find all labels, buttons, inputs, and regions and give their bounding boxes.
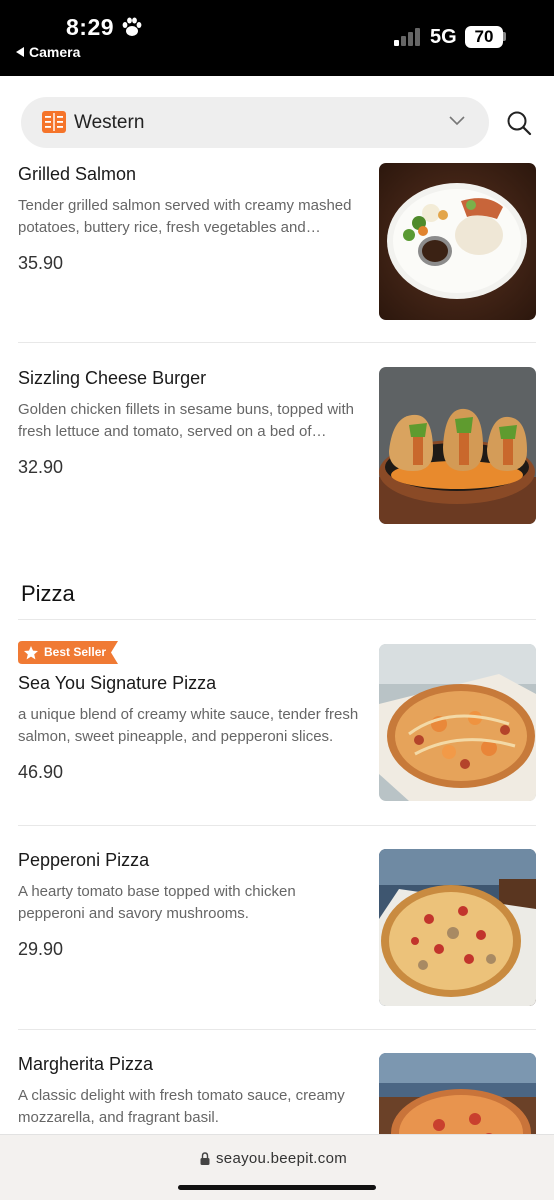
dish-description: Tender grilled salmon served with creamy…	[18, 197, 352, 236]
lock-icon	[200, 1152, 210, 1165]
dish-name: Sea You Signature Pizza	[18, 673, 217, 693]
battery-tip	[503, 32, 506, 41]
dish-photo	[379, 163, 536, 320]
dish-name: Pepperoni Pizza	[18, 850, 150, 870]
dish-description: A hearty tomato base topped with chicken…	[18, 883, 296, 922]
battery-level: 70	[465, 26, 503, 48]
search-icon[interactable]	[506, 110, 532, 136]
dish-photo	[379, 644, 536, 801]
star-icon	[24, 645, 38, 659]
browser-url-bar[interactable]: seayou.beepit.com	[0, 1134, 554, 1200]
list-item[interactable]: Pepperoni Pizza A hearty tomato base top…	[0, 826, 554, 1029]
section-title-pizza: Pizza	[21, 581, 75, 606]
list-item[interactable]: Sizzling Cheese Burger Golden chicken fi…	[0, 343, 554, 548]
back-to-camera-link[interactable]: Camera	[16, 44, 80, 60]
back-label: Camera	[29, 44, 81, 60]
list-item[interactable]: Grilled Salmon Tender grilled salmon ser…	[0, 160, 554, 342]
dish-description: Golden chicken fillets in sesame buns, t…	[18, 401, 355, 440]
status-bar: 8:29 Camera 5G 70	[0, 0, 554, 76]
back-arrow-icon	[16, 47, 24, 57]
dish-description: a unique blend of creamy white sauce, te…	[18, 706, 359, 745]
dish-price: 29.90	[18, 939, 64, 959]
url-text: seayou.beepit.com	[216, 1150, 348, 1167]
dish-price: 46.90	[18, 762, 64, 782]
chevron-down-icon	[449, 116, 465, 126]
menu-list: Grilled Salmon Tender grilled salmon ser…	[0, 160, 554, 1134]
list-item[interactable]: Best Seller Sea You Signature Pizza a un…	[0, 620, 554, 825]
dish-photo	[379, 1053, 536, 1134]
badge-label: Best Seller	[44, 645, 107, 659]
category-label: Western	[74, 112, 145, 133]
book-icon	[42, 111, 66, 133]
paw-icon	[122, 17, 142, 36]
home-indicator[interactable]	[178, 1185, 376, 1190]
status-time: 8:29	[66, 14, 115, 40]
best-seller-badge: Best Seller	[18, 641, 118, 664]
dish-name: Sizzling Cheese Burger	[18, 368, 207, 388]
network-type: 5G	[430, 26, 457, 48]
dish-price: 35.90	[18, 253, 64, 273]
category-dropdown[interactable]: Western	[21, 97, 489, 148]
signal-icon	[394, 28, 420, 46]
dish-photo	[379, 367, 536, 524]
list-item[interactable]: Margherita Pizza A classic delight with …	[0, 1030, 554, 1134]
dish-name: Grilled Salmon	[18, 164, 137, 184]
dish-price: 32.90	[18, 457, 64, 477]
dish-description: A classic delight with fresh tomato sauc…	[18, 1087, 345, 1126]
dish-name: Margherita Pizza	[18, 1054, 154, 1074]
dish-photo	[379, 849, 536, 1006]
